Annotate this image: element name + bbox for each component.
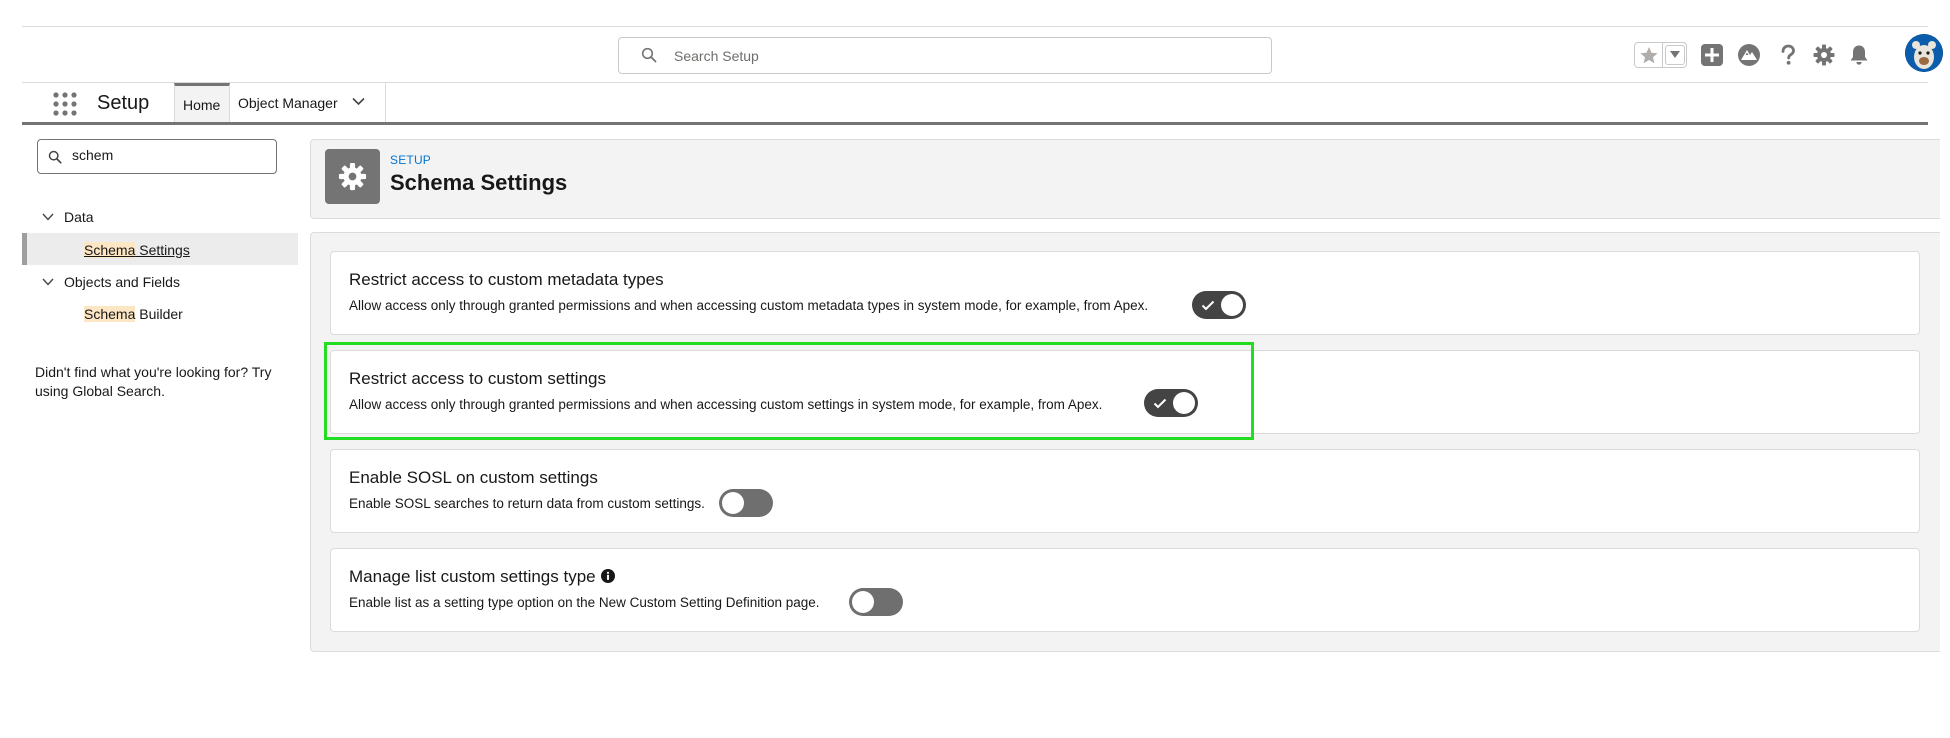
check-icon bbox=[1153, 398, 1167, 409]
setup-gear-tile bbox=[325, 149, 380, 204]
setting-card-enable-sosl: Enable SOSL on custom settings Enable SO… bbox=[330, 449, 1920, 533]
favorites-divider bbox=[1662, 43, 1663, 67]
app-launcher-icon[interactable] bbox=[53, 92, 77, 116]
search-match-highlight: Schema bbox=[84, 306, 136, 322]
toggle-knob bbox=[1173, 392, 1195, 414]
search-placeholder: Search Setup bbox=[674, 48, 759, 64]
chevron-down-icon[interactable] bbox=[42, 213, 54, 221]
tree-node-label: Data bbox=[64, 209, 94, 225]
setting-card-restrict-custom-settings: Restrict access to custom settings Allow… bbox=[330, 350, 1920, 434]
setting-card-restrict-custom-metadata: Restrict access to custom metadata types… bbox=[330, 251, 1920, 335]
favorites-dropdown-button[interactable] bbox=[1665, 45, 1685, 65]
setting-title: Restrict access to custom settings bbox=[349, 369, 606, 388]
setting-description: Allow access only through granted permis… bbox=[349, 298, 1149, 313]
gear-icon bbox=[338, 162, 367, 191]
page-eyebrow: SETUP bbox=[390, 153, 432, 167]
quick-find-box bbox=[37, 139, 277, 174]
tree-leaf-label-rest: Builder bbox=[135, 306, 183, 322]
tree-leaf-schema-builder[interactable]: Schema Builder bbox=[84, 306, 183, 322]
avatar[interactable] bbox=[1905, 34, 1943, 72]
tab-object-manager[interactable]: Object Manager bbox=[230, 83, 386, 122]
chevron-down-icon bbox=[1670, 51, 1680, 58]
setting-title: Restrict access to custom metadata types bbox=[349, 270, 664, 289]
search-icon bbox=[641, 47, 657, 63]
setting-card-manage-list-custom-settings: Manage list custom settings type Enable … bbox=[330, 548, 1920, 632]
gear-icon[interactable] bbox=[1812, 43, 1836, 67]
quick-find-input[interactable] bbox=[72, 147, 262, 163]
setting-description: Allow access only through granted permis… bbox=[349, 397, 1103, 412]
chevron-down-icon[interactable] bbox=[42, 278, 54, 286]
tree-leaf-schema-settings[interactable]: Schema Settings bbox=[84, 242, 190, 258]
check-icon bbox=[1201, 300, 1215, 311]
tab-home[interactable]: Home bbox=[174, 83, 230, 122]
settings-panel: Restrict access to custom metadata types… bbox=[310, 232, 1940, 652]
setup-search-box[interactable]: Search Setup bbox=[618, 37, 1272, 74]
toggle-enable-sosl[interactable] bbox=[719, 489, 773, 517]
toggle-knob bbox=[1221, 294, 1243, 316]
toggle-knob bbox=[852, 591, 874, 613]
setting-title: Manage list custom settings type bbox=[349, 567, 615, 587]
search-match-highlight: Schema bbox=[84, 242, 136, 258]
app-navigation-bar: Setup Home Object Manager bbox=[22, 83, 1928, 125]
toggle-manage-list-custom-settings[interactable] bbox=[849, 588, 903, 616]
astro-avatar-icon bbox=[1905, 34, 1943, 72]
toggle-knob bbox=[722, 492, 744, 514]
setting-description: Enable list as a setting type option on … bbox=[349, 595, 820, 610]
tab-object-manager-label: Object Manager bbox=[238, 95, 338, 111]
tree-node-label: Objects and Fields bbox=[64, 274, 180, 290]
setting-title: Enable SOSL on custom settings bbox=[349, 468, 598, 487]
star-icon[interactable] bbox=[1639, 46, 1659, 64]
add-icon[interactable] bbox=[1700, 43, 1724, 67]
setting-title-text: Manage list custom settings type bbox=[349, 567, 596, 586]
tab-home-label: Home bbox=[183, 97, 221, 113]
page-title: Schema Settings bbox=[390, 170, 568, 195]
toggle-restrict-custom-metadata[interactable] bbox=[1192, 291, 1246, 319]
not-found-help-text: Didn't find what you're looking for? Try… bbox=[35, 364, 272, 399]
chevron-down-icon[interactable] bbox=[352, 97, 365, 106]
toggle-restrict-custom-settings[interactable] bbox=[1144, 389, 1198, 417]
favorites-control bbox=[1634, 42, 1687, 68]
help-icon[interactable] bbox=[1776, 43, 1800, 67]
bell-icon[interactable] bbox=[1847, 43, 1871, 67]
setting-description: Enable SOSL searches to return data from… bbox=[349, 496, 705, 511]
search-icon bbox=[48, 150, 62, 164]
trailhead-icon[interactable] bbox=[1737, 43, 1761, 67]
global-header: Search Setup bbox=[22, 26, 1943, 83]
info-icon[interactable] bbox=[600, 569, 615, 583]
app-name: Setup bbox=[97, 92, 150, 114]
tree-leaf-label-rest: Settings bbox=[135, 242, 190, 258]
page-header: SETUP Schema Settings bbox=[310, 139, 1940, 219]
